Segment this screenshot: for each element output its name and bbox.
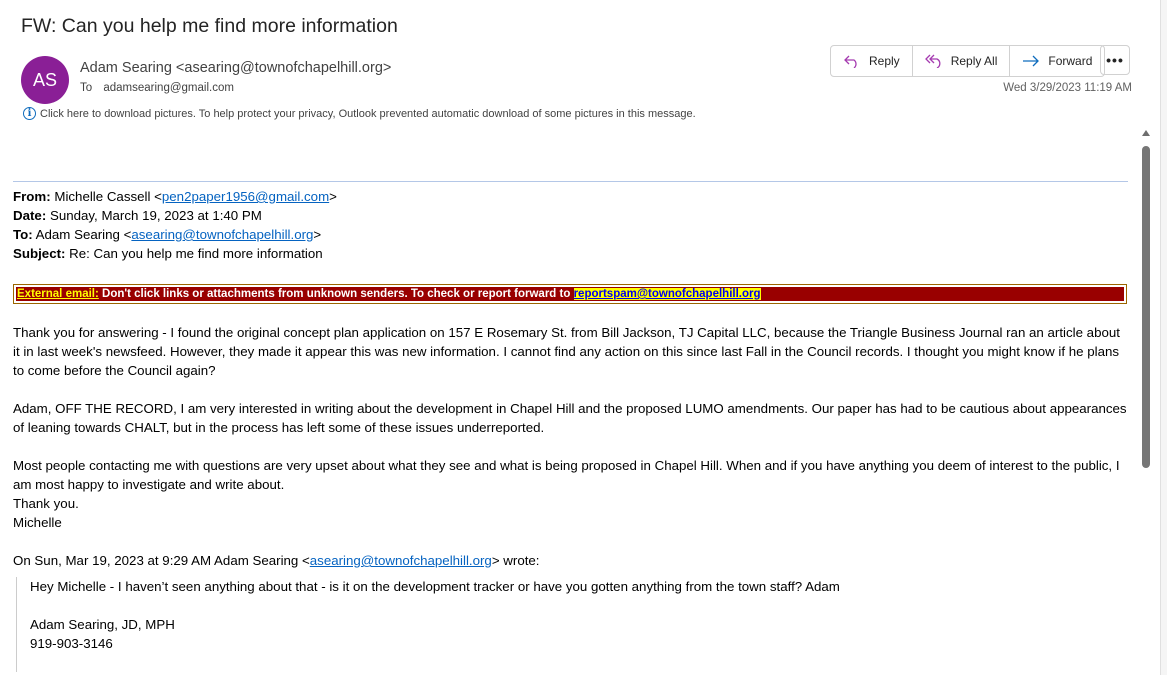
reply-icon — [844, 55, 857, 68]
recipient-line: To adamsearing@gmail.com — [80, 82, 234, 94]
to-label: To — [80, 82, 93, 94]
subject-label: Subject: — [13, 246, 66, 261]
sender-avatar[interactable]: AS — [21, 56, 69, 104]
reply-all-button[interactable]: Reply All — [913, 46, 1011, 76]
more-icon: ••• — [1106, 52, 1124, 68]
body-paragraph-3: Most people contacting me with questions… — [13, 456, 1129, 532]
to-label-fw: To: — [13, 227, 33, 242]
signature-text: Michelle — [13, 515, 62, 530]
paragraph-text: Most people contacting me with questions… — [13, 458, 1120, 492]
more-actions-button[interactable]: ••• — [1100, 45, 1130, 75]
quoted-text: Hey Michelle - I haven’t seen anything a… — [30, 579, 840, 594]
forwarded-date: Date: Sunday, March 19, 2023 at 1:40 PM — [13, 206, 1129, 225]
download-pictures-text[interactable]: Click here to download pictures. To help… — [40, 108, 696, 120]
report-spam-link[interactable]: reportspam@townofchapelhill.org — [573, 288, 761, 300]
reply-button[interactable]: Reply — [831, 46, 913, 76]
forward-separator — [13, 181, 1128, 182]
paragraph-text: Thank you for answering - I found the or… — [13, 325, 1120, 378]
received-timestamp: Wed 3/29/2023 11:19 AM — [1003, 82, 1132, 94]
attribution-end: > wrote: — [491, 553, 540, 568]
quoted-message: Hey Michelle - I haven’t seen anything a… — [16, 577, 1129, 672]
paragraph-text: Adam, OFF THE RECORD, I am very interest… — [13, 401, 1127, 435]
date-value: Sunday, March 19, 2023 at 1:40 PM — [46, 208, 262, 223]
download-pictures-bar[interactable]: i Click here to download pictures. To he… — [23, 107, 696, 120]
recipient-address[interactable]: adamsearing@gmail.com — [103, 82, 234, 94]
right-pane-edge — [1161, 0, 1167, 675]
from-name: Michelle Cassell < — [50, 189, 162, 204]
to-email-link[interactable]: asearing@townofchapelhill.org — [131, 227, 313, 242]
warning-label: External email: — [17, 288, 99, 300]
avatar-initials: AS — [32, 69, 57, 90]
from-label: From: — [13, 189, 51, 204]
sender-name[interactable]: Adam Searing <asearing@townofchapelhill.… — [80, 60, 391, 76]
to-name: Adam Searing < — [32, 227, 132, 242]
warning-text: Don't click links or attachments from un… — [98, 288, 574, 300]
from-close: > — [329, 189, 337, 204]
reply-all-label: Reply All — [950, 54, 998, 68]
scroll-up-arrow-icon[interactable] — [1142, 130, 1150, 136]
info-icon: i — [23, 107, 36, 120]
email-subject: FW: Can you help me find more informatio… — [21, 15, 398, 37]
subject-value: Re: Can you help me find more informatio… — [65, 246, 323, 261]
forward-label: Forward — [1048, 54, 1093, 68]
forwarded-to: To: Adam Searing <asearing@townofchapelh… — [13, 225, 1129, 244]
forward-icon — [1023, 55, 1040, 67]
external-email-warning: External email: Don't click links or att… — [13, 284, 1127, 304]
attribution-text: On Sun, Mar 19, 2023 at 9:29 AM Adam Sea… — [13, 553, 310, 568]
forwarded-subject: Subject: Re: Can you help me find more i… — [13, 244, 1129, 263]
message-body: From: Michelle Cassell <pen2paper1956@gm… — [13, 187, 1129, 672]
vertical-scrollbar[interactable] — [1139, 128, 1153, 675]
body-paragraph-2: Adam, OFF THE RECORD, I am very interest… — [13, 399, 1129, 437]
quoted-signature-name: Adam Searing, JD, MPH — [30, 617, 175, 632]
date-label: Date: — [13, 208, 47, 223]
quoted-sender-link[interactable]: asearing@townofchapelhill.org — [310, 553, 492, 568]
forward-button[interactable]: Forward — [1010, 46, 1104, 76]
closing-text: Thank you. — [13, 496, 79, 511]
body-paragraph-1: Thank you for answering - I found the or… — [13, 323, 1129, 380]
scroll-thumb[interactable] — [1142, 146, 1150, 468]
forwarded-from: From: Michelle Cassell <pen2paper1956@gm… — [13, 187, 1129, 206]
reply-label: Reply — [869, 54, 900, 68]
quote-attribution: On Sun, Mar 19, 2023 at 9:29 AM Adam Sea… — [13, 551, 1129, 570]
to-close: > — [313, 227, 322, 242]
reply-all-icon — [924, 54, 941, 68]
message-actions: Reply Reply All Forward — [830, 45, 1106, 77]
quoted-signature-phone: 919-903-3146 — [30, 636, 113, 651]
from-email-link[interactable]: pen2paper1956@gmail.com — [162, 189, 329, 204]
